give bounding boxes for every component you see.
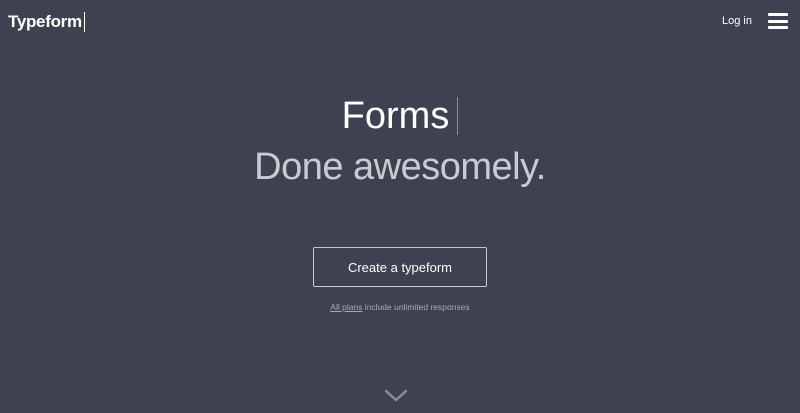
chevron-down-icon[interactable] <box>384 388 408 404</box>
headline-text: Forms <box>341 95 450 137</box>
cta-container: Create a typeform <box>0 247 800 287</box>
typeform-logo[interactable]: Typeform <box>8 12 85 32</box>
subheadline: Done awesomely. <box>254 146 546 188</box>
create-typeform-button[interactable]: Create a typeform <box>313 247 487 287</box>
login-link[interactable]: Log in <box>722 15 752 27</box>
logo-text: Typeform <box>8 12 82 31</box>
top-bar: Typeform Log in <box>0 0 800 44</box>
headline: Forms <box>342 92 459 140</box>
logo-cursor <box>83 12 85 32</box>
all-plans-link[interactable]: All plans <box>330 302 362 312</box>
hero-section: Forms Done awesomely. <box>0 92 800 190</box>
hamburger-menu-icon[interactable] <box>768 13 788 29</box>
plans-note-text: include unlimited responses <box>362 302 470 312</box>
text-caret <box>457 97 459 135</box>
plans-note: All plans include unlimited responses <box>0 302 800 312</box>
